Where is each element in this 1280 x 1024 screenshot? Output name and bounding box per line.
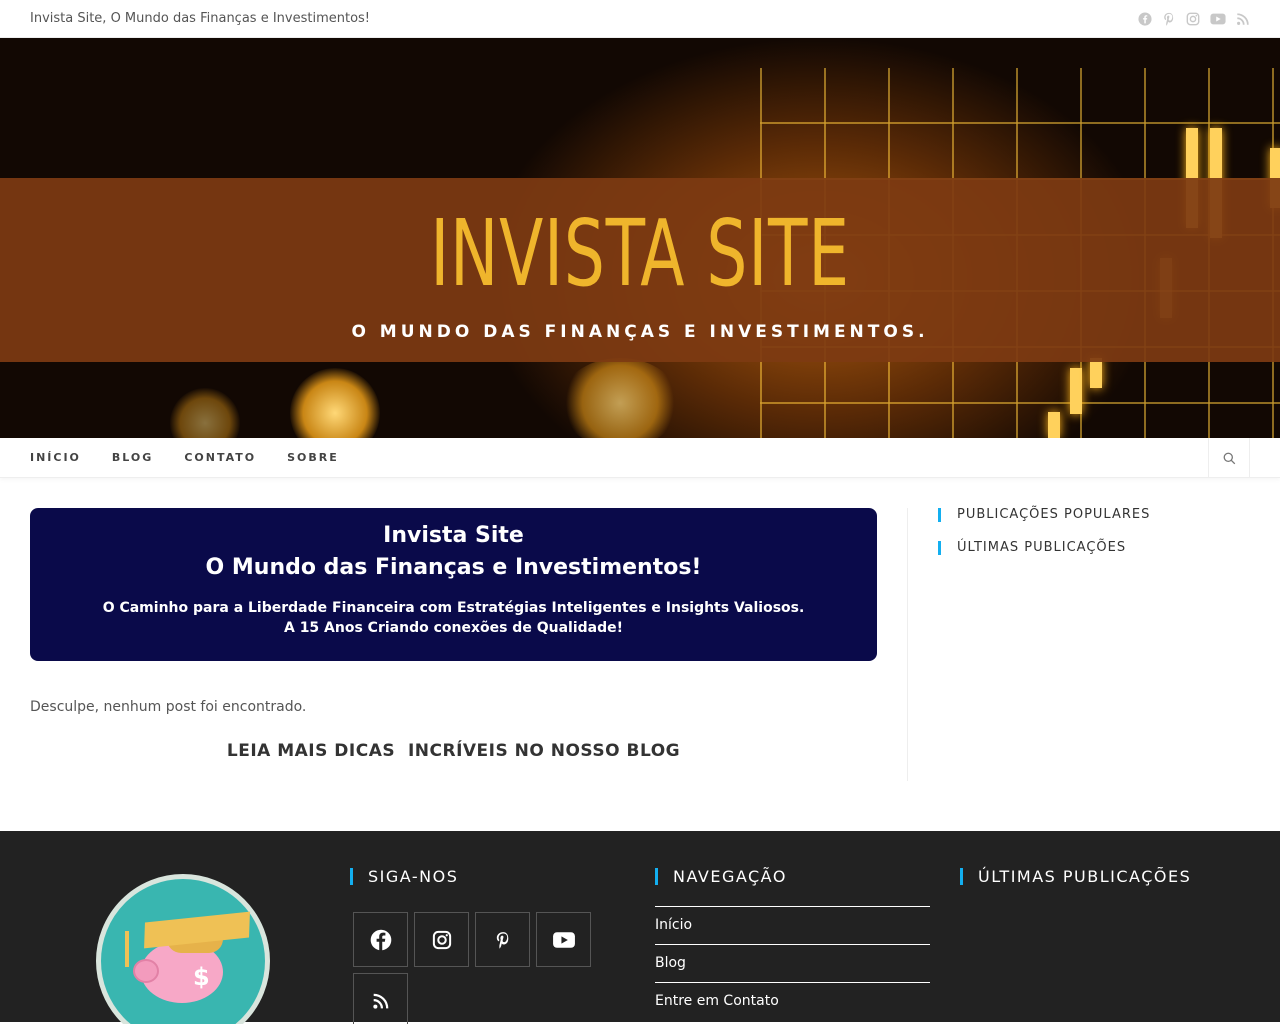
promo-title: Invista Site — [383, 523, 524, 548]
promo-box: Invista Site O Mundo das Finanças e Inve… — [30, 508, 877, 661]
pig-snout — [133, 959, 159, 983]
footer-latest-title: ÚLTIMAS PUBLICAÇÕES — [960, 868, 1191, 885]
instagram-icon[interactable] — [414, 912, 469, 967]
widget-title-popular: PUBLICAÇÕES POPULARES — [938, 508, 1250, 522]
site-logo[interactable]: $ — [96, 874, 270, 1024]
facebook-icon[interactable] — [353, 912, 408, 967]
site-tagline: Invista Site, O Mundo das Finanças e Inv… — [30, 11, 371, 26]
content-area: Invista Site O Mundo das Finanças e Inve… — [0, 478, 1280, 831]
footer-nav-blog[interactable]: Blog — [655, 944, 930, 982]
pinterest-icon[interactable] — [1162, 12, 1176, 26]
footer-nav-inicio[interactable]: Início — [655, 906, 930, 944]
hero-candle — [1070, 368, 1082, 414]
footer-follow-title: SIGA-NOS — [350, 868, 458, 885]
sidebar: PUBLICAÇÕES POPULARES ÚLTIMAS PUBLICAÇÕE… — [907, 508, 1250, 781]
read-more-link[interactable]: LEIA MAIS DICAS INCRÍVEIS NO NOSSO BLOG — [30, 741, 877, 761]
nav-item-sobre[interactable]: SOBRE — [287, 451, 339, 464]
nav-item-blog[interactable]: BLOG — [112, 451, 153, 464]
youtube-icon[interactable] — [536, 912, 591, 967]
footer-follow: SIGA-NOS — [350, 868, 458, 885]
hero-subtitle: O MUNDO DAS FINANÇAS E INVESTIMENTOS. — [351, 322, 929, 342]
top-social-links — [1138, 11, 1250, 26]
footer-latest: ÚLTIMAS PUBLICAÇÕES — [960, 868, 1191, 885]
widget-title-latest: ÚLTIMAS PUBLICAÇÕES — [938, 541, 1250, 555]
hero-banner: INVISTA SITE O MUNDO DAS FINANÇAS E INVE… — [0, 38, 1280, 438]
hero-light — [560, 358, 680, 438]
top-bar: Invista Site, O Mundo das Finanças e Inv… — [0, 0, 1280, 38]
rss-icon[interactable] — [1236, 12, 1250, 26]
youtube-icon[interactable] — [1210, 12, 1226, 26]
nav-item-inicio[interactable]: INÍCIO — [30, 451, 81, 464]
footer-nav-contato[interactable]: Entre em Contato — [655, 982, 930, 1020]
footer-nav-list: Início Blog Entre em Contato — [655, 906, 930, 1020]
rss-icon[interactable] — [353, 973, 408, 1024]
promo-text-2: A 15 Anos Criando conexões de Qualidade! — [283, 620, 623, 636]
promo-text: O Caminho para a Liberdade Financeira co… — [102, 600, 805, 616]
dollar-icon: $ — [193, 963, 210, 991]
footer: $ SIGA-NOS NAVEGAÇÃO Início Blog Entre e… — [0, 831, 1280, 1024]
main-nav: INÍCIO BLOG CONTATO SOBRE — [0, 438, 1280, 478]
instagram-icon[interactable] — [1186, 12, 1200, 26]
footer-nav-title: NAVEGAÇÃO — [655, 868, 930, 885]
nav-item-contato[interactable]: CONTATO — [184, 451, 256, 464]
hero-candle — [1048, 412, 1060, 438]
hero-title: INVISTA SITE — [430, 200, 850, 307]
footer-navigation: NAVEGAÇÃO Início Blog Entre em Contato — [655, 868, 930, 1020]
primary-column: Invista Site O Mundo das Finanças e Inve… — [30, 508, 877, 831]
no-posts-message: Desculpe, nenhum post foi encontrado. — [30, 699, 307, 715]
search-icon[interactable] — [1208, 438, 1250, 478]
hero-candle — [1090, 358, 1102, 388]
facebook-icon[interactable] — [1138, 11, 1152, 26]
pinterest-icon[interactable] — [475, 912, 530, 967]
cap-tassel — [125, 931, 129, 967]
promo-subtitle: O Mundo das Finanças e Investimentos! — [205, 555, 702, 580]
graduation-cap-board — [144, 911, 250, 949]
